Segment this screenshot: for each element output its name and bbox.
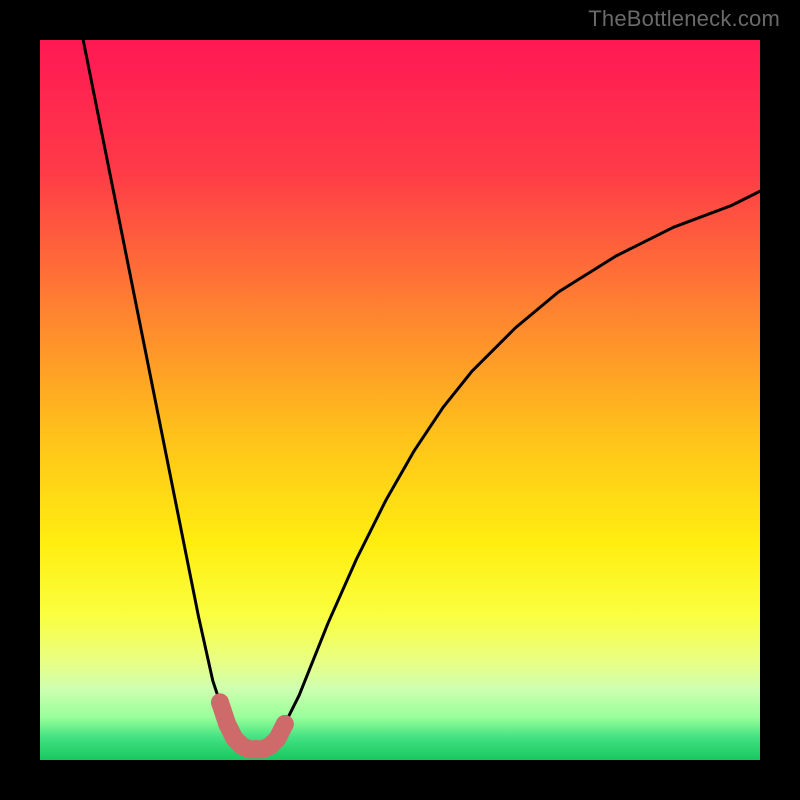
plot-area [40, 40, 760, 760]
series-right-branch [270, 191, 760, 745]
watermark-text: TheBottleneck.com [588, 6, 780, 32]
curve-layer [40, 40, 760, 760]
series-highlight-left-dot [211, 693, 229, 711]
series-left-branch [83, 40, 241, 746]
chart-frame: TheBottleneck.com [0, 0, 800, 800]
series-highlight-right-dot [276, 715, 294, 733]
